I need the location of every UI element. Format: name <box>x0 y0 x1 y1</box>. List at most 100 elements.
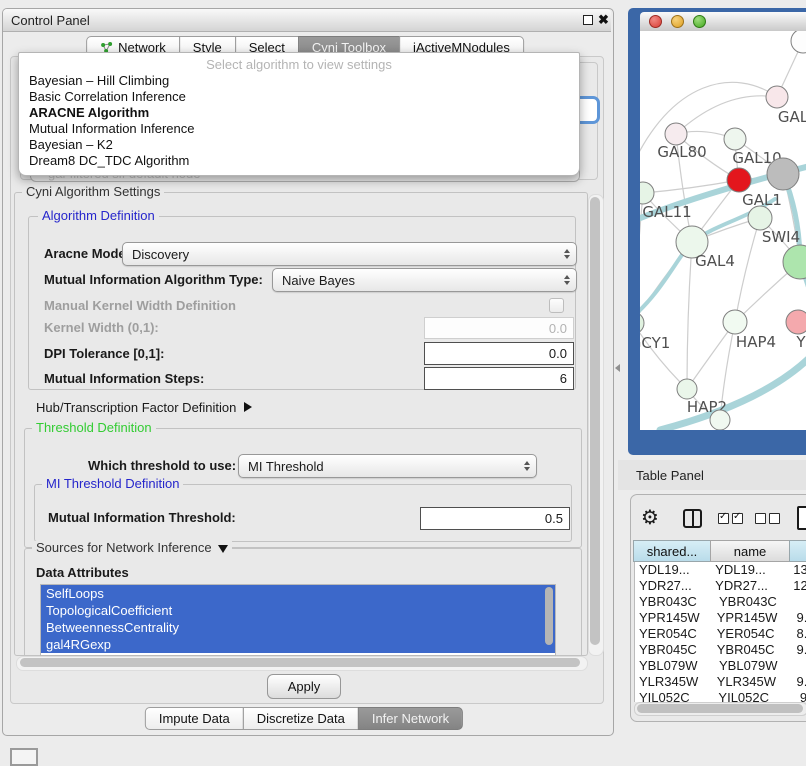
cell: 9. <box>792 610 806 626</box>
cell <box>797 658 801 674</box>
settings-horizontal-scrollbar-thumb[interactable] <box>20 658 580 667</box>
attribute-item-gal4rgexp[interactable]: gal4RGexp <box>41 636 555 653</box>
table-row[interactable]: YBR043CYBR043C <box>635 594 806 610</box>
table-row[interactable]: YBR045CYBR045C9. <box>635 642 806 658</box>
sources-legend-text: Sources for Network Inference <box>36 540 212 555</box>
node-bottom-partial[interactable] <box>710 410 730 430</box>
aracne-mode-combobox[interactable]: Discovery <box>122 242 577 266</box>
checked-checkbox-icon[interactable] <box>718 513 729 524</box>
table-horizontal-scrollbar-thumb[interactable] <box>637 704 803 713</box>
node-gal10[interactable] <box>724 128 746 150</box>
mi-algorithm-type-value: Naive Bayes <box>282 273 355 288</box>
gear-icon[interactable]: ⚙ <box>641 505 659 529</box>
table-row[interactable]: YDL19...YDL19...13 <box>635 562 806 578</box>
data-attributes-list[interactable]: SelfLoopsTopologicalCoefficientBetweenne… <box>40 584 556 656</box>
node-pink-right[interactable] <box>786 310 806 334</box>
mi-algorithm-type-combobox[interactable]: Naive Bayes <box>272 268 577 292</box>
column-view-icon[interactable] <box>683 509 702 528</box>
table-row[interactable]: YBL079WYBL079W <box>635 658 806 674</box>
network-edge[interactable] <box>687 242 692 389</box>
node-swi4[interactable] <box>748 206 772 230</box>
column-header-name[interactable]: name <box>710 540 790 562</box>
node-hap2[interactable] <box>677 379 697 399</box>
checked-checkbox-icon[interactable] <box>732 513 743 524</box>
hub-definition-label: Hub/Transcription Factor Definition <box>36 400 236 415</box>
settings-vertical-scrollbar-thumb[interactable] <box>590 197 600 645</box>
dpi-tolerance-field[interactable]: 0.0 <box>424 342 574 365</box>
algorithm-dropdown-popup: Select algorithm to view settings Bayesi… <box>18 52 580 176</box>
cell: YBR045C <box>635 642 713 658</box>
close-icon[interactable] <box>598 12 612 28</box>
dpi-tolerance-label: DPI Tolerance [0,1]: <box>44 342 164 364</box>
minimize-traffic-light-icon[interactable] <box>671 15 684 28</box>
file-icon[interactable] <box>797 506 806 530</box>
cell: YDR27... <box>635 578 711 594</box>
mi-threshold-label: Mutual Information Threshold: <box>48 506 236 528</box>
apply-button[interactable]: Apply <box>267 674 341 699</box>
close-traffic-light-icon[interactable] <box>649 15 662 28</box>
tab-label: Infer Network <box>372 711 449 726</box>
node-gal1[interactable] <box>727 168 751 192</box>
zoom-traffic-light-icon[interactable] <box>693 15 706 28</box>
bottom-tab-discretize-data[interactable]: Discretize Data <box>243 707 359 730</box>
mi-steps-field[interactable]: 6 <box>424 367 574 390</box>
algorithm-option-mutual-information-inference[interactable]: Mutual Information Inference <box>19 121 579 137</box>
table-panel-titlebar[interactable]: Table Panel <box>618 460 806 490</box>
float-window-icon[interactable] <box>583 15 593 25</box>
mi-threshold-value: 0.5 <box>545 511 563 526</box>
network-canvas[interactable]: GALGAL80GAL10GAL1GAL11SWI4GAL4GCY1HAP4YH… <box>640 31 806 430</box>
attribute-item-topologicalcoefficient[interactable]: TopologicalCoefficient <box>41 602 555 619</box>
attribute-item-selfloops[interactable]: SelfLoops <box>41 585 555 602</box>
control-panel-titlebar[interactable]: Control Panel <box>3 9 611 32</box>
cell: YPR145W <box>713 610 793 626</box>
algorithm-option-bayesian-hill-climbing[interactable]: Bayesian – Hill Climbing <box>19 73 579 89</box>
cell: YER054C <box>635 626 713 642</box>
node-top-partial[interactable] <box>791 31 806 53</box>
mi-steps-label: Mutual Information Steps: <box>44 367 204 389</box>
which-threshold-combobox[interactable]: MI Threshold <box>238 454 537 478</box>
network-window-titlebar[interactable] <box>640 12 806 32</box>
algorithm-option-aracne-algorithm[interactable]: ARACNE Algorithm <box>19 105 579 121</box>
attribute-item-betweennesscentrality[interactable]: BetweennessCentrality <box>41 619 555 636</box>
cell: YDL19... <box>635 562 711 578</box>
unchecked-checkbox-icon[interactable] <box>755 513 766 524</box>
sources-legend[interactable]: Sources for Network Inference <box>32 541 232 555</box>
cell: YIL052C <box>635 690 714 702</box>
cyni-algorithm-settings-legend: Cyni Algorithm Settings <box>22 185 164 199</box>
column-header-shared[interactable]: shared... <box>633 540 711 562</box>
table-row[interactable]: YDR27...YDR27...12 <box>635 578 806 594</box>
node-gal4-label: GAL4 <box>695 252 735 270</box>
cell: 9. <box>792 642 806 658</box>
attributes-list-scrollbar[interactable] <box>545 587 553 645</box>
manual-kernel-width-checkbox[interactable] <box>549 298 564 313</box>
hub-definition-toggle[interactable]: Hub/Transcription Factor Definition <box>36 396 252 418</box>
algorithm-option-basic-correlation-inference[interactable]: Basic Correlation Inference <box>19 89 579 105</box>
bottom-tab-impute-data[interactable]: Impute Data <box>145 707 244 730</box>
table-row[interactable]: YLR345WYLR345W9. <box>635 674 806 690</box>
node-hap4[interactable] <box>723 310 747 334</box>
partial-icon[interactable] <box>10 748 38 766</box>
node-gal80[interactable] <box>665 123 687 145</box>
algorithm-option-bayesian-k2[interactable]: Bayesian – K2 <box>19 137 579 153</box>
cell: YDR27... <box>711 578 789 594</box>
bottom-tab-infer-network[interactable]: Infer Network <box>358 707 463 730</box>
table-row[interactable]: YER054CYER054C8. <box>635 626 806 642</box>
network-edge[interactable] <box>735 218 760 322</box>
network-edge[interactable] <box>640 323 687 389</box>
table-row[interactable]: YPR145WYPR145W9. <box>635 610 806 626</box>
algorithm-option-dream8-dc-tdc-algorithm[interactable]: Dream8 DC_TDC Algorithm <box>19 153 579 169</box>
mi-threshold-field[interactable]: 0.5 <box>420 507 570 530</box>
node-gal11[interactable] <box>640 182 654 204</box>
node-gcy1[interactable] <box>640 312 644 334</box>
tab-label: Discretize Data <box>257 711 345 726</box>
cell: 12 <box>789 578 806 594</box>
table-row[interactable]: YIL052CYIL052C9 <box>635 690 806 702</box>
node-gray[interactable] <box>767 158 799 190</box>
unchecked-checkbox-icon[interactable] <box>769 513 780 524</box>
threshold-definition-legend: Threshold Definition <box>32 421 156 435</box>
network-edge[interactable] <box>676 96 777 134</box>
column-header-partial[interactable] <box>789 540 806 562</box>
node-gal-pink[interactable] <box>766 86 788 108</box>
spinner-arrows-icon <box>524 461 530 471</box>
splitter-handle-icon[interactable] <box>615 364 620 372</box>
